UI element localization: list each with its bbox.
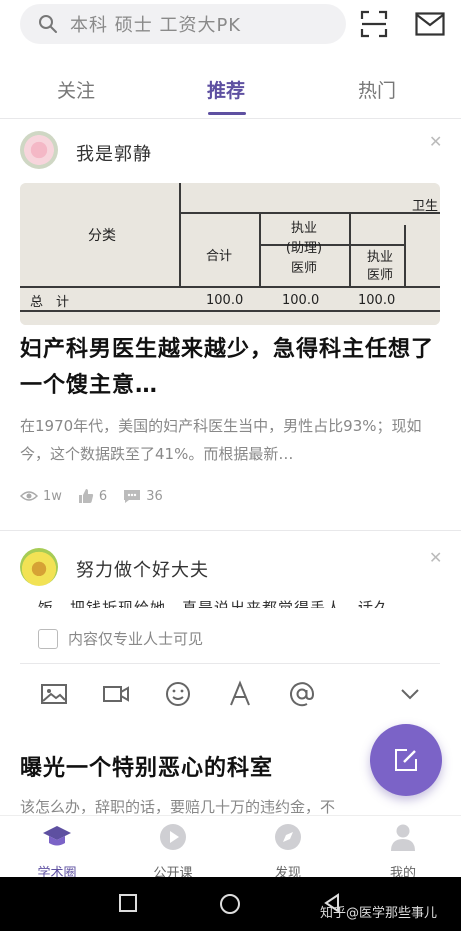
eye-icon	[20, 491, 38, 501]
search-placeholder: 本科 硕士 工资大PK	[70, 15, 242, 36]
post-excerpt[interactable]: 该怎么办，辞职的话，要赔几十万的违约金，不	[20, 796, 444, 816]
nav-item-courses[interactable]: 公开课	[133, 822, 213, 881]
tab-recommend[interactable]: 推荐	[207, 76, 245, 103]
close-icon[interactable]: ✕	[429, 132, 442, 151]
chevron-down-icon[interactable]	[396, 680, 424, 708]
post-draft-text: 饭 把钱折现给她 真是说出来都觉得丢人 话久	[38, 599, 391, 608]
compass-icon	[275, 824, 301, 850]
edit-icon	[395, 749, 417, 771]
divider	[20, 663, 440, 664]
avatar[interactable]	[20, 131, 58, 169]
table-header-assistant: 执业 (助理) 医师	[285, 221, 323, 276]
text-format-icon[interactable]	[226, 680, 254, 708]
play-icon	[160, 824, 186, 850]
divider	[0, 530, 461, 531]
post-title[interactable]: 妇产科男医生越来越少，急得科主任想了一个馊主意…	[20, 332, 440, 404]
emoji-icon[interactable]	[164, 680, 192, 708]
recent-apps-icon[interactable]	[118, 893, 138, 913]
user-icon	[391, 824, 415, 851]
top-bar: 本科 硕士 工资大PK	[0, 0, 461, 50]
professional-only-option[interactable]: 内容仅专业人士可见	[38, 628, 203, 649]
mail-icon[interactable]	[415, 12, 445, 36]
post-author[interactable]: 努力做个好大夫	[76, 556, 209, 582]
comment-count: 36	[146, 488, 163, 504]
table-value: 100.0	[282, 293, 320, 308]
thumbs-up-icon[interactable]	[78, 488, 94, 504]
table-header-total: 合计	[206, 249, 233, 264]
table-value: 100.0	[358, 293, 396, 308]
search-bar[interactable]: 本科 硕士 工资大PK	[20, 4, 346, 44]
post-image[interactable]: 分类 合计 执业 (助理) 医师 执业 医师 卫生 总 计 100.0 100.…	[20, 183, 440, 325]
scan-icon[interactable]	[360, 10, 388, 38]
image-icon[interactable]	[40, 680, 68, 708]
tab-hot[interactable]: 热门	[358, 76, 396, 103]
table-header-category: 分类	[88, 228, 116, 244]
tab-follow[interactable]: 关注	[57, 76, 95, 103]
avatar[interactable]	[20, 548, 58, 586]
view-count: 1w	[43, 488, 62, 504]
nav-item-academic[interactable]: 学术圈	[17, 822, 97, 881]
video-icon[interactable]	[102, 680, 130, 708]
system-nav-bar: 知乎@医学那些事儿	[0, 877, 461, 931]
mention-icon[interactable]	[288, 680, 316, 708]
active-tab-indicator	[208, 112, 246, 115]
comment-icon[interactable]	[123, 489, 141, 504]
search-icon	[39, 15, 57, 33]
editor-toolbar	[20, 668, 440, 720]
divider	[0, 118, 461, 119]
close-icon[interactable]: ✕	[429, 548, 442, 567]
table-row-total: 总 计	[30, 295, 70, 310]
table-value: 100.0	[206, 293, 244, 308]
compose-button[interactable]	[370, 724, 442, 796]
professional-only-label: 内容仅专业人士可见	[68, 630, 204, 648]
post-author[interactable]: 我是郭静	[76, 140, 152, 166]
table-header-health: 卫生	[412, 199, 439, 214]
nav-item-discover[interactable]: 发现	[248, 822, 328, 881]
nav-item-me[interactable]: 我的	[363, 822, 443, 881]
post-stats: 1w 6 36	[20, 486, 179, 506]
home-icon[interactable]	[219, 893, 241, 915]
graduation-cap-icon	[43, 826, 71, 846]
post-excerpt[interactable]: 在1970年代，美国的妇产科医生当中，男性占比93%；现如今，这个数据跌至了41…	[20, 412, 444, 468]
table-header-licensed: 执业 医师	[366, 250, 393, 283]
post-title[interactable]: 曝光一个特别恶心的科室	[20, 750, 273, 782]
feed-tabs: 关注 推荐 热门	[0, 62, 461, 118]
app-screen: 本科 硕士 工资大PK 关注 推荐 热门 我是郭静 ✕ 分类 合计 执业 (助理…	[0, 0, 461, 931]
like-count: 6	[98, 488, 108, 504]
professional-only-checkbox[interactable]	[38, 628, 58, 649]
watermark: 知乎@医学那些事儿	[320, 906, 438, 921]
bottom-nav: 学术圈 公开课 发现 我的	[0, 815, 461, 881]
